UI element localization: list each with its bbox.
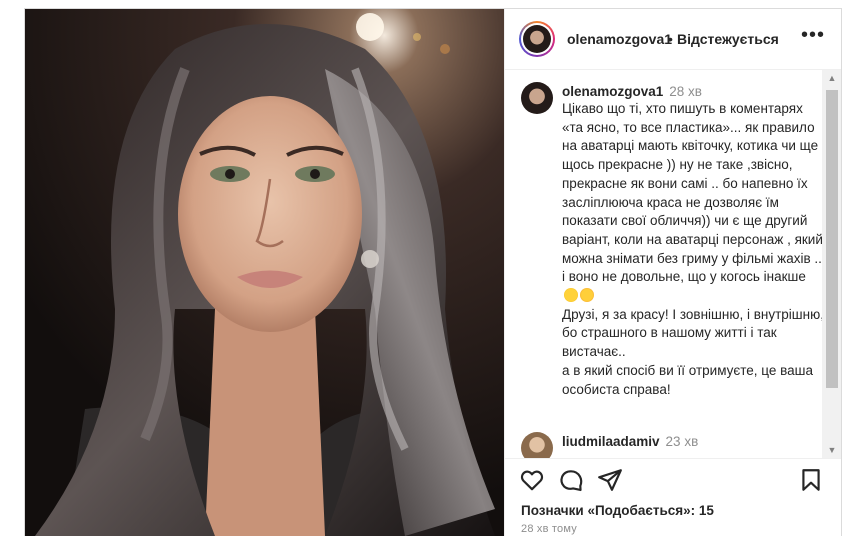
heart-icon[interactable]	[519, 467, 545, 493]
post-header: olenamozgova1 • Відстежується •••	[505, 9, 841, 70]
post-time-ago: 28 хв тому	[521, 523, 577, 535]
author-username[interactable]: olenamozgova1	[567, 31, 672, 47]
post-side-panel: olenamozgova1 • Відстежується ••• olenam…	[504, 9, 841, 536]
comments-list: olenamozgova1 28 хв Цікаво що ті, хто пиш…	[505, 70, 822, 458]
post-card: olenamozgova1 • Відстежується ••• olenam…	[24, 8, 842, 536]
caption-header: olenamozgova1 28 хв	[562, 84, 702, 99]
caption-avatar[interactable]	[521, 82, 553, 114]
portrait-image	[25, 9, 504, 536]
comment-avatar[interactable]	[521, 432, 553, 458]
comments-scrollbar[interactable]: ▲ ▼	[822, 70, 841, 458]
comment-icon[interactable]	[558, 467, 584, 493]
follow-status-button[interactable]: Відстежується	[677, 31, 779, 47]
more-options-icon[interactable]: •••	[801, 25, 825, 45]
caption-text-part-1: Цікаво що ті, хто пишуть в коментарях «т…	[562, 101, 822, 285]
comment-username[interactable]: liudmilaadamiv	[562, 434, 660, 449]
face-with-tears-of-joy-icon	[580, 288, 594, 303]
post-actions: Позначки «Подобається»: 15 28 хв тому	[505, 458, 841, 536]
caption-text: Цікаво що ті, хто пишуть в коментарях «т…	[562, 100, 822, 399]
scroll-down-arrow-icon[interactable]: ▼	[822, 442, 841, 458]
likes-count[interactable]: Позначки «Подобається»: 15	[521, 503, 714, 518]
scroll-thumb[interactable]	[826, 90, 838, 388]
comment-time: 23 хв	[665, 434, 699, 449]
face-with-rolling-eyes-icon	[564, 288, 578, 303]
comment-header: liudmilaadamiv 23 хв	[562, 434, 698, 449]
caption-username[interactable]: olenamozgova1	[562, 84, 663, 99]
caption-text-part-2: Друзі, я за красу! І зовнішню, і внутріш…	[562, 306, 822, 397]
header-separator: •	[668, 31, 673, 47]
caption-time: 28 хв	[669, 84, 702, 99]
post-photo[interactable]	[25, 9, 504, 536]
author-avatar[interactable]	[519, 21, 555, 57]
bookmark-icon[interactable]	[798, 467, 824, 493]
scroll-up-arrow-icon[interactable]: ▲	[822, 70, 841, 86]
share-icon[interactable]	[597, 467, 623, 493]
